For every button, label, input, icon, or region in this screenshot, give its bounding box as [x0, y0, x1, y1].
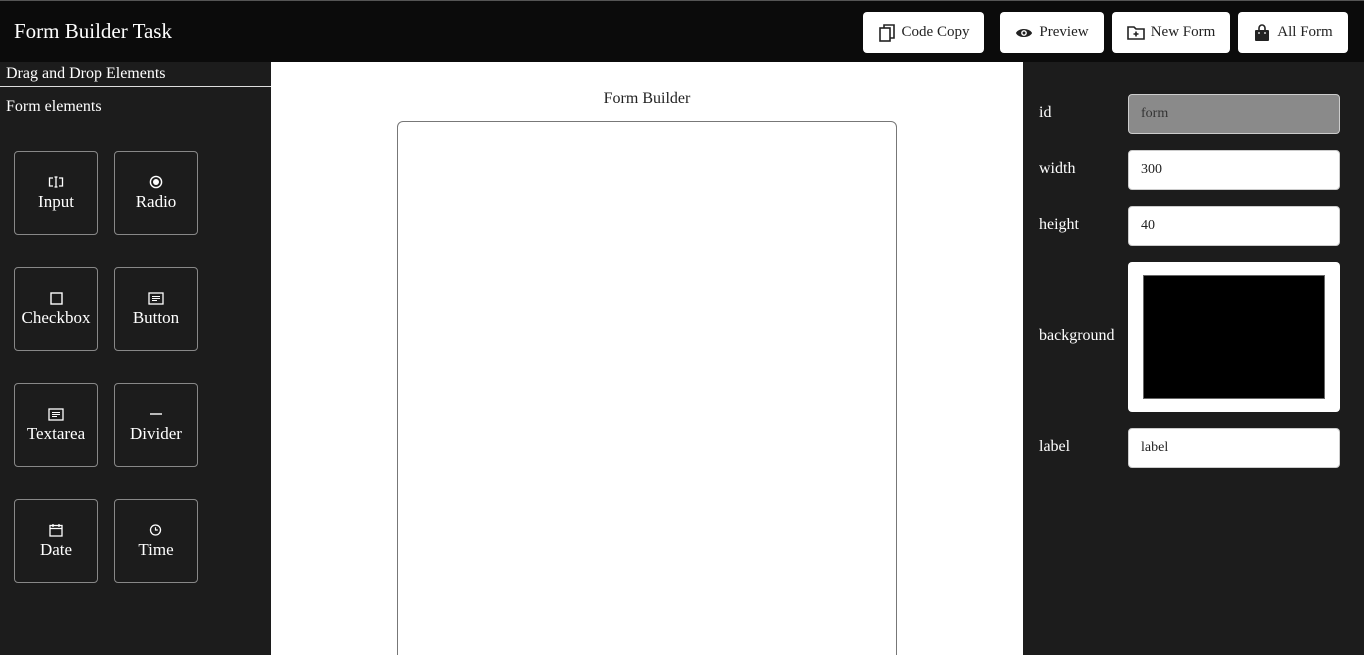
- element-checkbox-label: Checkbox: [21, 308, 91, 327]
- element-date[interactable]: Date: [14, 499, 98, 583]
- button-icon: [148, 290, 164, 306]
- element-textarea-label: Textarea: [26, 424, 86, 443]
- new-form-button[interactable]: New Form: [1112, 12, 1230, 53]
- radio-icon: [148, 174, 164, 190]
- height-field[interactable]: [1128, 206, 1340, 246]
- background-label: background: [1039, 327, 1115, 344]
- checkbox-icon: [48, 290, 64, 306]
- element-time-label: Time: [138, 540, 174, 559]
- bag-icon: [1253, 23, 1271, 42]
- element-date-label: Date: [39, 540, 73, 559]
- element-button-label: Button: [132, 308, 180, 327]
- clock-icon: [148, 522, 164, 538]
- copy-icon: [878, 23, 896, 42]
- background-color-picker[interactable]: [1128, 262, 1340, 412]
- element-input-label: Input: [38, 192, 74, 211]
- form-drop-zone[interactable]: [397, 121, 897, 655]
- height-label: height: [1039, 216, 1079, 233]
- preview-button[interactable]: Preview: [1000, 12, 1104, 53]
- element-divider[interactable]: Divider: [114, 383, 198, 467]
- elements-sidebar: Drag and Drop Elements Form elements Inp…: [0, 62, 271, 655]
- form-elements-heading: Form elements: [6, 98, 102, 115]
- folder-plus-icon: [1126, 24, 1145, 42]
- element-textarea[interactable]: Textarea: [14, 383, 98, 467]
- code-copy-label: Code Copy: [901, 24, 970, 40]
- width-field[interactable]: [1128, 150, 1340, 190]
- properties-panel: id width height background label: [1023, 62, 1364, 655]
- app-title: Form Builder Task: [14, 19, 172, 43]
- width-label: width: [1039, 160, 1076, 177]
- element-radio-label: Radio: [135, 192, 177, 211]
- background-color-swatch[interactable]: [1143, 275, 1325, 399]
- element-divider-label: Divider: [130, 424, 182, 443]
- id-field[interactable]: [1128, 94, 1340, 134]
- all-form-label: All Form: [1277, 24, 1333, 40]
- eye-icon: [1015, 24, 1033, 42]
- element-time[interactable]: Time: [114, 499, 198, 583]
- canvas-title: Form Builder: [603, 90, 691, 107]
- text-cursor-icon: [48, 174, 64, 190]
- textarea-icon: [48, 406, 64, 422]
- preview-label: Preview: [1039, 24, 1089, 40]
- id-label: id: [1039, 104, 1052, 121]
- form-canvas: Form Builder: [271, 62, 1023, 655]
- calendar-icon: [48, 522, 64, 538]
- sidebar-heading: Drag and Drop Elements: [0, 62, 271, 87]
- element-input[interactable]: Input: [14, 151, 98, 235]
- label-label: label: [1039, 438, 1071, 455]
- all-form-button[interactable]: All Form: [1238, 12, 1348, 53]
- top-bar: Form Builder Task Code Copy Preview New …: [0, 0, 1364, 62]
- new-form-label: New Form: [1150, 24, 1216, 40]
- element-radio[interactable]: Radio: [114, 151, 198, 235]
- code-copy-button[interactable]: Code Copy: [863, 12, 984, 53]
- element-button[interactable]: Button: [114, 267, 198, 351]
- element-checkbox[interactable]: Checkbox: [14, 267, 98, 351]
- label-field[interactable]: [1128, 428, 1340, 468]
- divider-icon: [148, 406, 164, 422]
